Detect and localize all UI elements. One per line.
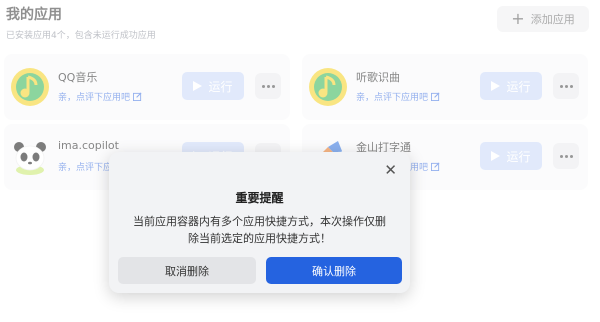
dialog-message: 当前应用容器内有多个应用快捷方式，本次操作仅删除当前选定的应用快捷方式！ bbox=[133, 215, 386, 245]
close-icon[interactable]: ✕ bbox=[384, 163, 397, 178]
cancel-delete-button[interactable]: 取消删除 bbox=[118, 257, 256, 284]
confirm-delete-dialog: ✕ 重要提醒 当前应用容器内有多个应用快捷方式，本次操作仅删除当前选定的应用快捷… bbox=[109, 152, 410, 293]
confirm-delete-button[interactable]: 确认删除 bbox=[266, 257, 402, 284]
dialog-title: 重要提醒 bbox=[235, 191, 284, 205]
